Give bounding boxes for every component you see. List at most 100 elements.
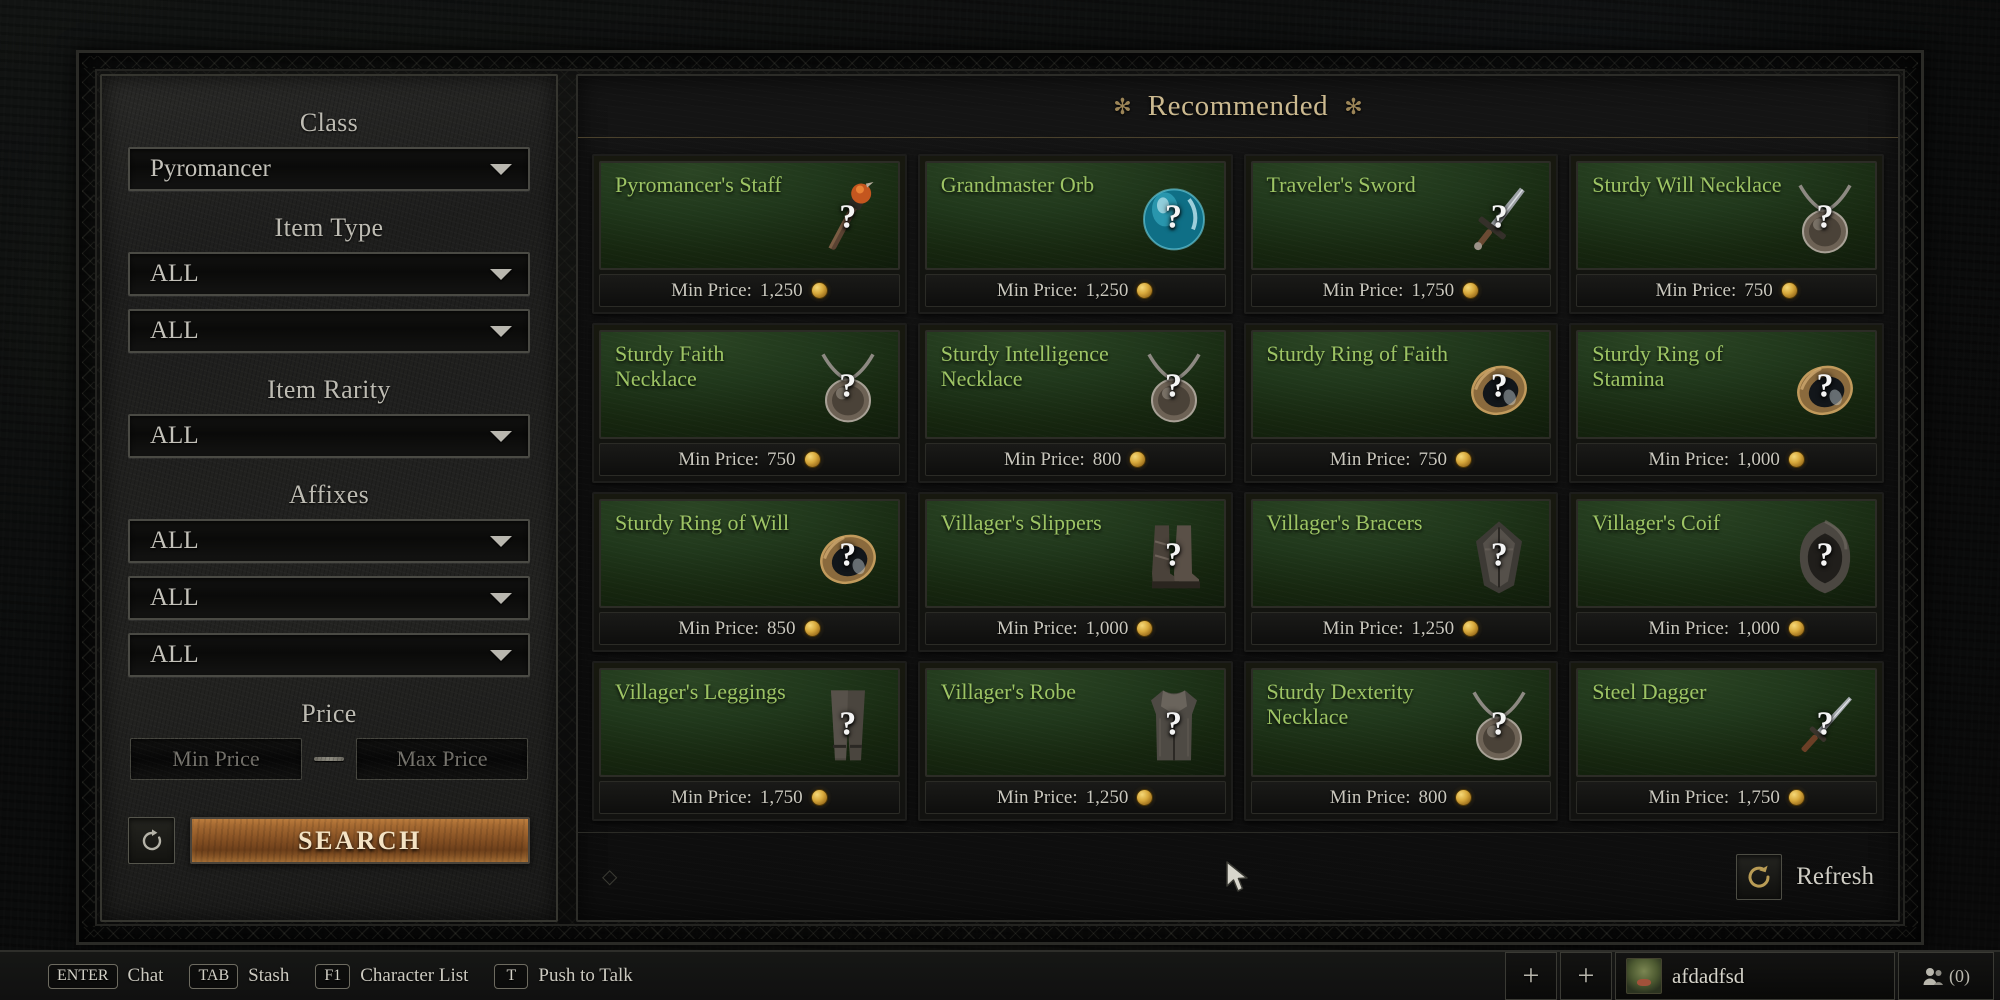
item-rarity-dropdown-value: ALL [150, 422, 199, 449]
gold-coin-icon [1455, 789, 1472, 806]
item-card-body: Sturdy Will Necklace? [1576, 161, 1877, 270]
gold-coin-icon [1136, 620, 1154, 637]
item-card[interactable]: Sturdy Dexterity Necklace? Min Price: 800 [1243, 661, 1559, 821]
item-price-value: 800 [1092, 448, 1122, 470]
item-price-value: 850 [767, 617, 796, 639]
item-name: Pyromancer's Staff [615, 172, 782, 197]
max-price-input[interactable]: Max Price [356, 738, 528, 780]
item-card-body: Traveler's Sword? [1250, 161, 1552, 270]
item-card[interactable]: Villager's Bracers? Min Price: 1,250 [1243, 492, 1559, 652]
gold-coin-icon [803, 620, 821, 637]
keybind-action: Stash [248, 965, 290, 986]
item-price-footer: Min Price: 750 [599, 443, 900, 476]
gold-coin-icon [1462, 282, 1480, 299]
item-card[interactable]: Sturdy Ring of Faith? Min Price: 750 [1243, 323, 1559, 483]
chevron-down-icon [490, 268, 512, 280]
item-card[interactable]: Sturdy Faith Necklace? Min Price: 750 [592, 323, 907, 483]
item-name: Sturdy Intelligence Necklace [940, 341, 1109, 391]
unknown-item-question-icon: ? [1165, 536, 1182, 574]
item-type-dropdown-1[interactable]: ALL [128, 252, 530, 296]
social-button[interactable]: (0) [1898, 952, 1994, 1000]
sword-icon: ? [1459, 177, 1539, 261]
unknown-item-question-icon: ? [839, 367, 857, 405]
item-card[interactable]: Villager's Coif? Min Price: 1,000 [1569, 492, 1884, 652]
footer-ornament-left: ◇ [602, 866, 624, 888]
item-price-footer: Min Price: 1,750 [599, 781, 900, 814]
item-rarity-dropdown[interactable]: ALL [128, 414, 530, 458]
star-ornament-right-icon: ✻ [1344, 93, 1363, 119]
gold-coin-icon [1787, 789, 1805, 806]
item-price-footer: Min Price: 1,000 [1576, 443, 1877, 476]
hud-right-cluster: + + afdadfsd (0) [1505, 952, 2000, 1000]
item-price-prefix: Min Price: [671, 279, 752, 301]
unknown-item-question-icon: ? [1165, 367, 1182, 405]
necklace-icon: ? [808, 346, 888, 430]
item-type-dropdown-2[interactable]: ALL [128, 309, 530, 353]
keybind-key: TAB [189, 963, 239, 989]
item-price-value: 1,250 [759, 279, 803, 301]
item-price-footer: Min Price: 800 [1250, 781, 1552, 814]
item-price-value: 800 [1418, 786, 1448, 808]
hud-add-slot-2[interactable]: + [1560, 952, 1612, 1000]
item-card[interactable]: Sturdy Intelligence Necklace? Min Price: 8… [917, 323, 1233, 483]
gold-coin-icon [1136, 282, 1154, 299]
keybind-hint: ENTER Chat [48, 963, 163, 989]
item-price-footer: Min Price: 1,250 [1250, 612, 1552, 645]
item-price-prefix: Min Price: [996, 279, 1078, 301]
gold-coin-icon [803, 451, 821, 468]
item-card[interactable]: Villager's Leggings? Min Price: 1,750 [592, 661, 907, 821]
item-name: Sturdy Ring of Will [615, 510, 790, 535]
min-price-input[interactable]: Min Price [130, 738, 302, 780]
item-card[interactable]: Traveler's Sword? Min Price: 1,750 [1243, 154, 1559, 314]
affix-dropdown-2[interactable]: ALL [128, 576, 530, 620]
item-card-body: Sturdy Ring of Faith? [1250, 330, 1552, 439]
refresh-label: Refresh [1796, 862, 1874, 890]
bracers-icon: ? [1459, 515, 1539, 599]
avatar [1626, 958, 1662, 994]
hud-add-slot-1[interactable]: + [1505, 952, 1557, 1000]
ring-icon: ? [1785, 346, 1865, 430]
gold-coin-icon [1780, 282, 1798, 299]
search-button[interactable]: SEARCH [190, 817, 530, 864]
item-card[interactable]: Pyromancer's Staff? Min Price: 1,250 [592, 154, 907, 314]
unknown-item-question-icon: ? [1816, 198, 1834, 236]
item-card-body: Villager's Leggings? [599, 668, 900, 777]
reset-filters-button[interactable] [128, 817, 175, 864]
orb-icon: ? [1134, 177, 1214, 261]
results-footer: ◇ Refresh [578, 832, 1898, 920]
necklace-icon: ? [1785, 177, 1865, 261]
staff-icon: ? [808, 177, 888, 261]
unknown-item-question-icon: ? [839, 198, 857, 236]
affix-dropdown-1-value: ALL [150, 527, 199, 554]
item-card[interactable]: Villager's Slippers? Min Price: 1,000 [917, 492, 1233, 652]
item-type-dropdown-1-value: ALL [150, 260, 199, 287]
item-card[interactable]: Villager's Robe? Min Price: 1,250 [917, 661, 1233, 821]
item-price-footer: Min Price: 750 [1250, 443, 1552, 476]
item-price-value: 1,000 [1085, 617, 1129, 639]
unknown-item-question-icon: ? [1490, 536, 1508, 574]
item-card[interactable]: Steel Dagger? Min Price: 1,750 [1569, 661, 1884, 821]
item-price-prefix: Min Price: [1648, 617, 1730, 639]
item-card[interactable]: Sturdy Ring of Stamina? Min Price: 1,000 [1569, 323, 1884, 483]
item-name: Villager's Coif [1592, 510, 1721, 535]
affixes-label: Affixes [288, 480, 370, 509]
necklace-icon: ? [1134, 346, 1214, 430]
chevron-down-icon [490, 592, 512, 604]
player-chip[interactable]: afdadfsd [1615, 952, 1895, 1000]
item-card[interactable]: Sturdy Ring of Will? Min Price: 850 [592, 492, 907, 652]
unknown-item-question-icon: ? [1816, 536, 1834, 574]
item-card[interactable]: Grandmaster Orb? Min Price: 1,250 [917, 154, 1233, 314]
item-card[interactable]: Sturdy Will Necklace? Min Price: 750 [1569, 154, 1884, 314]
affix-dropdown-3[interactable]: ALL [128, 633, 530, 677]
refresh-button[interactable]: Refresh [1736, 853, 1874, 900]
item-card-body: Sturdy Intelligence Necklace? [924, 330, 1226, 439]
item-name: Sturdy Faith Necklace [615, 341, 725, 391]
item-price-footer: Min Price: 1,000 [1576, 612, 1877, 645]
reset-arrow-icon [142, 828, 161, 850]
item-price-value: 1,750 [759, 786, 803, 808]
affix-dropdown-1[interactable]: ALL [128, 519, 530, 563]
item-price-prefix: Min Price: [996, 617, 1078, 639]
item-price-footer: Min Price: 1,250 [924, 274, 1226, 307]
class-dropdown[interactable]: Pyromancer [128, 147, 530, 191]
gold-coin-icon [1129, 451, 1147, 468]
